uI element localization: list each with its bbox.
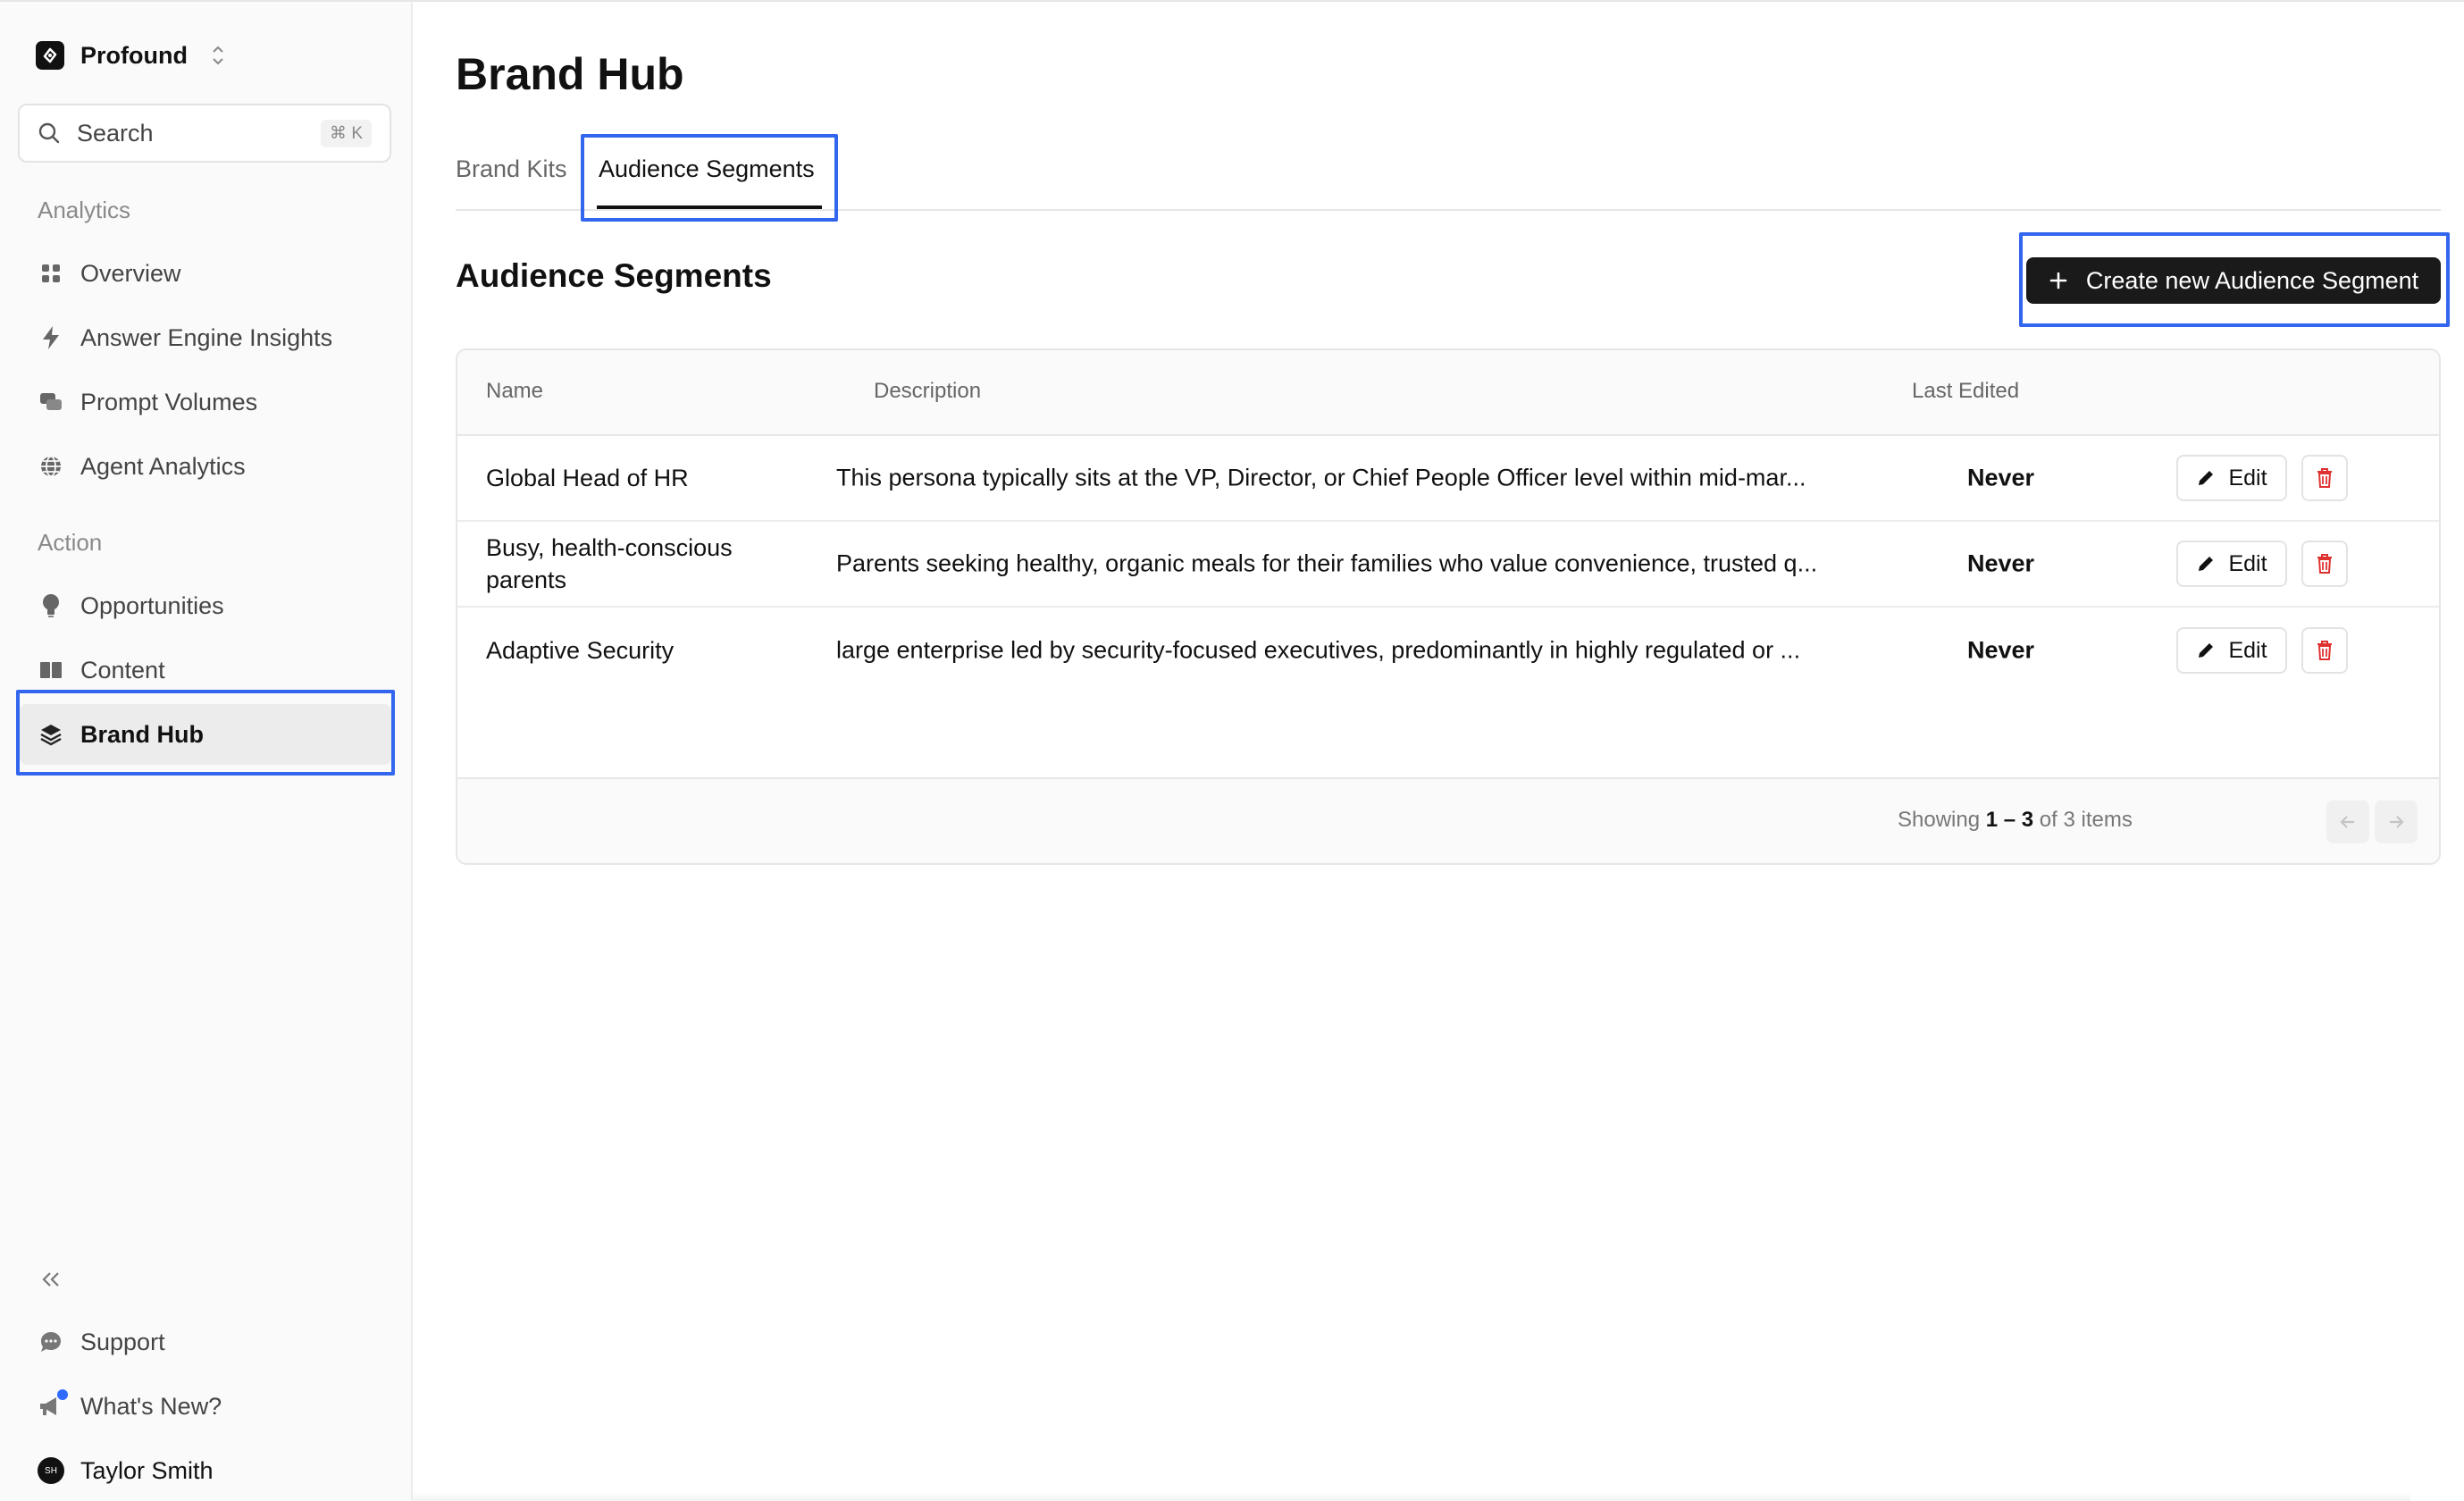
megaphone-icon (38, 1389, 68, 1420)
table-row[interactable]: Adaptive Security large enterprise led b… (457, 608, 2439, 693)
action-section-label: Action (38, 529, 103, 556)
sidebar-item-agent-analytics[interactable]: Agent Analytics (20, 436, 391, 497)
sidebar-item-label: Brand Hub (80, 720, 204, 748)
row-last-edited: Never (1967, 549, 2035, 577)
table-footer: Showing 1 – 3 of 3 items (457, 777, 2439, 863)
active-tab-underline (597, 205, 822, 209)
audience-segments-table: Name Description Last Edited Global Head… (456, 348, 2441, 865)
row-description: This persona typically sits at the VP, D… (836, 464, 1806, 491)
sidebar: Profound Search ⌘ K Analytics Overview A… (0, 2, 413, 1501)
edit-button[interactable]: Edit (2176, 541, 2287, 587)
table-row[interactable]: Global Head of HR This persona typically… (457, 436, 2439, 522)
user-profile-button[interactable]: SH Taylor Smith (20, 1440, 391, 1501)
bottom-shadow (413, 1492, 2410, 1501)
lightbulb-icon (38, 592, 64, 619)
sidebar-item-whats-new[interactable]: What's New? (20, 1376, 391, 1437)
tab-audience-segments[interactable]: Audience Segments (599, 155, 815, 183)
sidebar-item-prompt-volumes[interactable]: Prompt Volumes (20, 372, 391, 432)
tab-bar: Brand Kits Audience Segments (456, 136, 2441, 211)
pencil-icon (2196, 554, 2216, 574)
search-shortcut: ⌘ K (321, 119, 372, 147)
search-label: Search (77, 119, 154, 147)
sidebar-item-brand-hub[interactable]: Brand Hub (20, 704, 391, 765)
workspace-name: Profound (80, 41, 188, 69)
row-name: Busy, health-conscious parents (486, 534, 733, 593)
edit-label: Edit (2228, 550, 2267, 576)
workspace-switcher[interactable]: Profound (36, 38, 225, 73)
page-title: Brand Hub (456, 49, 684, 99)
book-icon (38, 657, 64, 683)
chat-icon (38, 1329, 64, 1355)
row-name: Global Head of HR (486, 465, 689, 491)
section-title: Audience Segments (456, 257, 772, 294)
row-last-edited: Never (1967, 636, 2035, 664)
double-chevron-left-icon (38, 1266, 64, 1293)
row-description: Parents seeking healthy, organic meals f… (836, 549, 1818, 577)
app-window: Profound Search ⌘ K Analytics Overview A… (0, 0, 2464, 1501)
delete-button[interactable] (2301, 627, 2348, 674)
profound-logo-icon (36, 41, 64, 70)
sidebar-item-label: Content (80, 656, 165, 683)
sidebar-item-support[interactable]: Support (20, 1312, 391, 1372)
chevron-up-down-icon (211, 44, 225, 67)
pencil-icon (2196, 641, 2216, 660)
pagination-summary: Showing 1 – 3 of 3 items (1898, 808, 2133, 832)
sidebar-item-label: Prompt Volumes (80, 388, 258, 415)
grid-icon (38, 260, 64, 287)
search-icon (38, 122, 61, 145)
column-header-description[interactable]: Description (874, 379, 981, 404)
collapse-sidebar-button[interactable] (20, 1249, 73, 1310)
create-audience-segment-button[interactable]: Create new Audience Segment (2026, 257, 2441, 304)
next-page-button[interactable] (2375, 801, 2418, 843)
layers-icon (38, 721, 64, 748)
globe-icon (38, 453, 64, 480)
previous-page-button[interactable] (2326, 801, 2369, 843)
notification-dot (57, 1389, 68, 1400)
sidebar-item-overview[interactable]: Overview (20, 243, 391, 304)
trash-icon (2315, 640, 2334, 661)
plus-icon (2049, 271, 2068, 290)
trash-icon (2315, 467, 2334, 489)
chat-bubbles-icon (38, 389, 64, 415)
sidebar-item-label: Answer Engine Insights (80, 323, 333, 351)
table-row[interactable]: Busy, health-conscious parents Parents s… (457, 522, 2439, 608)
edit-label: Edit (2228, 465, 2267, 491)
sidebar-item-label: Agent Analytics (80, 452, 246, 480)
edit-button[interactable]: Edit (2176, 455, 2287, 501)
main-content: Brand Hub Brand Kits Audience Segments A… (413, 2, 2464, 1501)
table-header: Name Description Last Edited (457, 350, 2439, 436)
analytics-section-label: Analytics (38, 197, 131, 223)
sidebar-item-opportunities[interactable]: Opportunities (20, 575, 391, 636)
row-name: Adaptive Security (486, 637, 675, 664)
sidebar-item-content[interactable]: Content (20, 640, 391, 700)
lightning-icon (38, 324, 64, 351)
avatar: SH (38, 1457, 64, 1484)
sidebar-item-label: What's New? (80, 1392, 222, 1420)
search-input[interactable]: Search ⌘ K (18, 104, 391, 163)
pencil-icon (2196, 468, 2216, 488)
delete-button[interactable] (2301, 541, 2348, 587)
edit-label: Edit (2228, 637, 2267, 663)
arrow-left-icon (2338, 812, 2358, 832)
column-header-last-edited[interactable]: Last Edited (1912, 379, 2019, 404)
arrow-right-icon (2386, 812, 2406, 832)
tab-brand-kits[interactable]: Brand Kits (456, 155, 567, 183)
sidebar-item-label: Support (80, 1328, 165, 1355)
delete-button[interactable] (2301, 455, 2348, 501)
row-description: large enterprise led by security-focused… (836, 636, 1801, 664)
trash-icon (2315, 553, 2334, 574)
create-button-label: Create new Audience Segment (2085, 266, 2419, 294)
user-name: Taylor Smith (80, 1456, 214, 1484)
row-last-edited: Never (1967, 464, 2035, 491)
column-header-name[interactable]: Name (486, 379, 543, 404)
edit-button[interactable]: Edit (2176, 627, 2287, 674)
sidebar-item-label: Opportunities (80, 591, 224, 619)
sidebar-item-label: Overview (80, 259, 181, 287)
sidebar-item-answer-engine-insights[interactable]: Answer Engine Insights (20, 307, 391, 368)
